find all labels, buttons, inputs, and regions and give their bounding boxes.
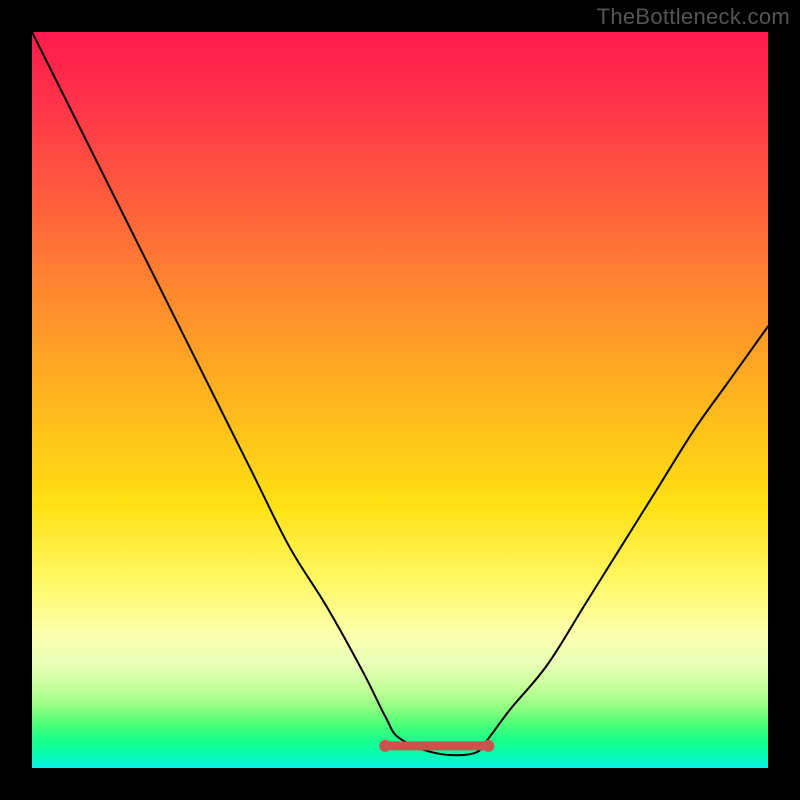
flat-bottom-end-right bbox=[482, 740, 494, 752]
plot-area bbox=[32, 32, 768, 768]
curve-layer bbox=[32, 32, 768, 768]
watermark-text: TheBottleneck.com bbox=[597, 4, 790, 30]
flat-bottom-end-left bbox=[379, 740, 391, 752]
bottleneck-curve bbox=[32, 32, 768, 755]
chart-frame: TheBottleneck.com bbox=[0, 0, 800, 800]
